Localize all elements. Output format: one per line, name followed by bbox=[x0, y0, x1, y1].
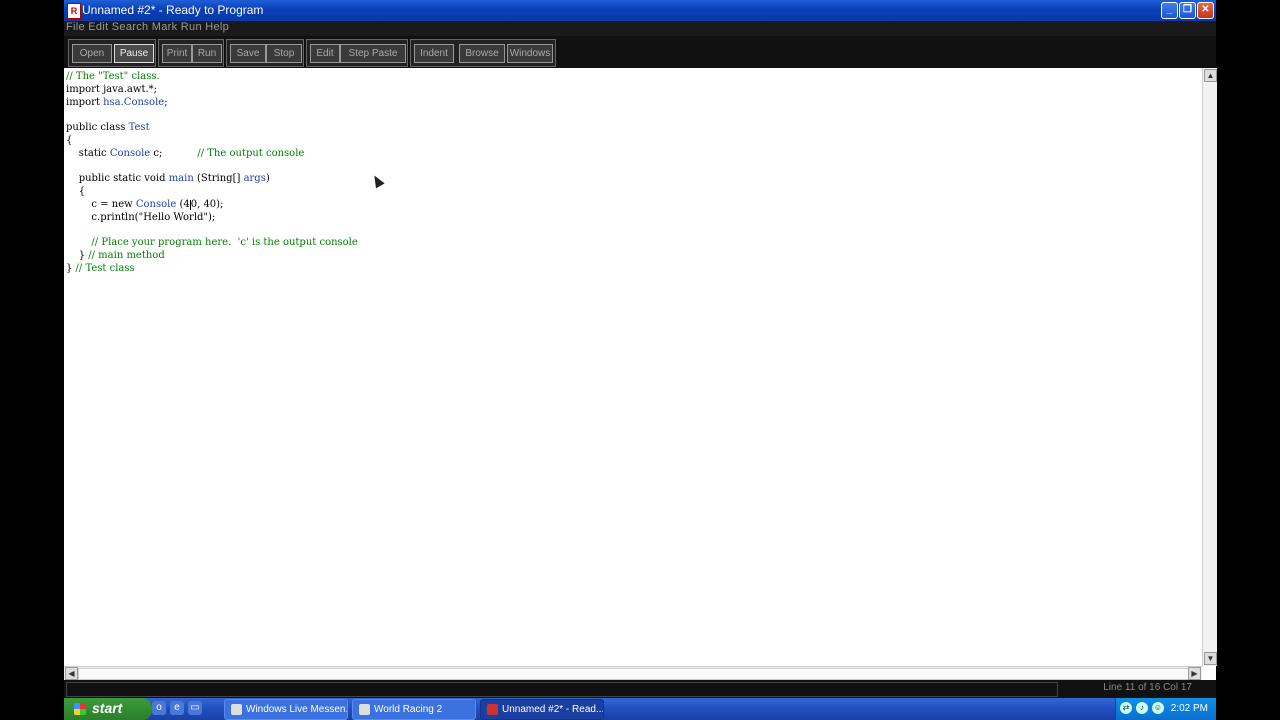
run-button[interactable]: Run bbox=[192, 44, 222, 63]
toolbar-group-save: Save Stop bbox=[226, 39, 304, 67]
stop-button[interactable]: Stop bbox=[266, 44, 302, 63]
app-icon bbox=[487, 703, 498, 715]
code-token: main bbox=[168, 173, 194, 185]
code-line[interactable]: { bbox=[66, 186, 85, 197]
edit-button[interactable]: Edit bbox=[310, 44, 340, 63]
toolbar-group-run: Print Run bbox=[158, 39, 224, 67]
code-line[interactable]: public static void main (String[] args) bbox=[66, 173, 270, 184]
code-token: // Test class bbox=[75, 263, 135, 274]
code-token: Test bbox=[128, 122, 150, 134]
network-icon[interactable]: ⇄ bbox=[1120, 702, 1132, 714]
code-token: static bbox=[66, 147, 110, 159]
cursor-position: Line 11 of 16 Col 17 bbox=[1103, 682, 1192, 693]
system-tray: ⇄ ♪ ☺ 2:02 PM bbox=[1115, 698, 1216, 720]
code-token: import bbox=[66, 96, 104, 108]
code-token: { bbox=[66, 186, 86, 198]
code-token: { bbox=[66, 135, 73, 146]
task-ready-to-program[interactable]: Unnamed #2* - Read... bbox=[480, 699, 604, 720]
code-line[interactable]: // The "Test" class. bbox=[66, 71, 160, 82]
windows-flag-icon bbox=[74, 703, 86, 715]
ie-icon[interactable]: e bbox=[170, 701, 184, 715]
toolbar-group-tools: Indent Browse Windows bbox=[410, 39, 556, 67]
close-button[interactable]: ✕ bbox=[1197, 2, 1214, 19]
code-line[interactable]: } // main method bbox=[66, 250, 165, 261]
code-token: args bbox=[243, 173, 266, 185]
code-line[interactable]: import java.awt.*; bbox=[66, 84, 157, 95]
scroll-right-icon[interactable]: ▶ bbox=[1188, 667, 1201, 680]
restore-button[interactable]: ❐ bbox=[1179, 2, 1196, 19]
code-token: (String[] bbox=[193, 173, 244, 185]
clock[interactable]: 2:02 PM bbox=[1171, 703, 1208, 714]
desktop-icon[interactable]: ▭ bbox=[188, 701, 202, 715]
app-icon[interactable]: R bbox=[67, 3, 81, 19]
code-token: c; bbox=[150, 147, 198, 159]
scroll-up-icon[interactable]: ▲ bbox=[1204, 69, 1217, 82]
code-line[interactable]: c = new Console (40, 40); bbox=[66, 199, 223, 210]
code-token: hsa.Console bbox=[103, 96, 165, 108]
code-token: ) bbox=[265, 173, 270, 185]
code-token: ; bbox=[164, 96, 168, 108]
code-line[interactable]: static Console c; // The output console bbox=[66, 147, 305, 159]
code-token: c.println("Hello World"); bbox=[66, 211, 216, 223]
pause-button[interactable]: Pause bbox=[114, 44, 154, 63]
code-token: (4 bbox=[176, 199, 190, 210]
title-bar[interactable]: R Unnamed #2* - Ready to Program _ ❐ ✕ bbox=[64, 0, 1216, 21]
toolbar: Open Pause Print Run Save Stop Edit Step… bbox=[64, 36, 1216, 68]
window-title: Unnamed #2* - Ready to Program bbox=[82, 3, 264, 17]
scroll-left-icon[interactable]: ◀ bbox=[65, 667, 78, 680]
code-token: // main method bbox=[88, 250, 165, 262]
step-paste-button[interactable]: Step Paste bbox=[340, 44, 406, 63]
task-windows-live-messenger[interactable]: Windows Live Messen... bbox=[224, 699, 348, 720]
browse-button[interactable]: Browse bbox=[459, 44, 505, 63]
volume-icon[interactable]: ♪ bbox=[1136, 702, 1148, 714]
task-label: Unnamed #2* - Read... bbox=[502, 704, 604, 715]
code-line[interactable]: c.println("Hello World"); bbox=[66, 212, 215, 223]
horizontal-scrollbar[interactable]: ◀ ▶ bbox=[64, 666, 1202, 680]
menu-items[interactable]: File Edit Search Mark Run Help bbox=[66, 21, 229, 33]
code-token: } bbox=[66, 263, 76, 274]
code-token: Console bbox=[109, 147, 151, 159]
toolbar-group-edit: Edit Step Paste bbox=[306, 39, 408, 67]
print-button[interactable]: Print bbox=[162, 44, 192, 63]
game-icon bbox=[359, 703, 370, 715]
start-button[interactable]: start bbox=[64, 698, 152, 720]
code-token: import java.awt.*; bbox=[66, 83, 158, 95]
code-editor[interactable]: // The "Test" class. import java.awt.*; im… bbox=[64, 68, 1202, 666]
toolbar-group-file: Open Pause bbox=[68, 39, 156, 67]
start-label: start bbox=[92, 700, 123, 716]
code-token: } bbox=[66, 250, 89, 262]
messenger-icon bbox=[231, 703, 242, 715]
status-bar: Line 11 of 16 Col 17 bbox=[64, 680, 1216, 698]
task-label: World Racing 2 bbox=[374, 704, 443, 715]
messenger-tray-icon[interactable]: ☺ bbox=[1152, 702, 1164, 714]
code-line[interactable]: } // Test class bbox=[66, 263, 135, 274]
code-token: // The output console bbox=[197, 147, 305, 159]
minimize-button[interactable]: _ bbox=[1161, 2, 1178, 19]
scroll-down-icon[interactable]: ▼ bbox=[1204, 652, 1217, 665]
task-label: Windows Live Messen... bbox=[246, 704, 348, 715]
status-message bbox=[66, 682, 1058, 697]
indent-button[interactable]: Indent bbox=[414, 44, 454, 63]
code-line[interactable]: { bbox=[66, 135, 72, 146]
windows-button[interactable]: Windows bbox=[507, 44, 553, 63]
task-world-racing[interactable]: World Racing 2 bbox=[352, 699, 476, 720]
code-line[interactable]: import hsa.Console; bbox=[66, 97, 168, 108]
vertical-scrollbar[interactable]: ▲ ▼ bbox=[1202, 68, 1217, 666]
code-token: // Place your program here. 'c' is the o… bbox=[66, 237, 358, 249]
ide-window: R Unnamed #2* - Ready to Program _ ❐ ✕ F… bbox=[64, 0, 1217, 698]
code-token: public static void bbox=[66, 173, 169, 185]
code-line[interactable]: // Place your program here. 'c' is the o… bbox=[66, 237, 358, 249]
code-token: public class bbox=[66, 122, 129, 134]
code-line[interactable]: public class Test bbox=[66, 122, 150, 133]
open-button[interactable]: Open bbox=[72, 44, 112, 63]
save-button[interactable]: Save bbox=[230, 44, 266, 63]
code-token: 0, 40); bbox=[190, 199, 224, 210]
menu-bar[interactable]: File Edit Search Mark Run Help bbox=[64, 21, 1216, 36]
outlook-icon[interactable]: o bbox=[152, 701, 166, 715]
horizontal-scroll-thumb[interactable] bbox=[78, 668, 1190, 680]
code-token: // The "Test" class. bbox=[66, 71, 160, 82]
code-token: Console bbox=[135, 199, 177, 210]
code-token: c = new bbox=[66, 199, 136, 210]
taskbar: start o e ▭ Windows Live Messen... World… bbox=[64, 698, 1216, 720]
